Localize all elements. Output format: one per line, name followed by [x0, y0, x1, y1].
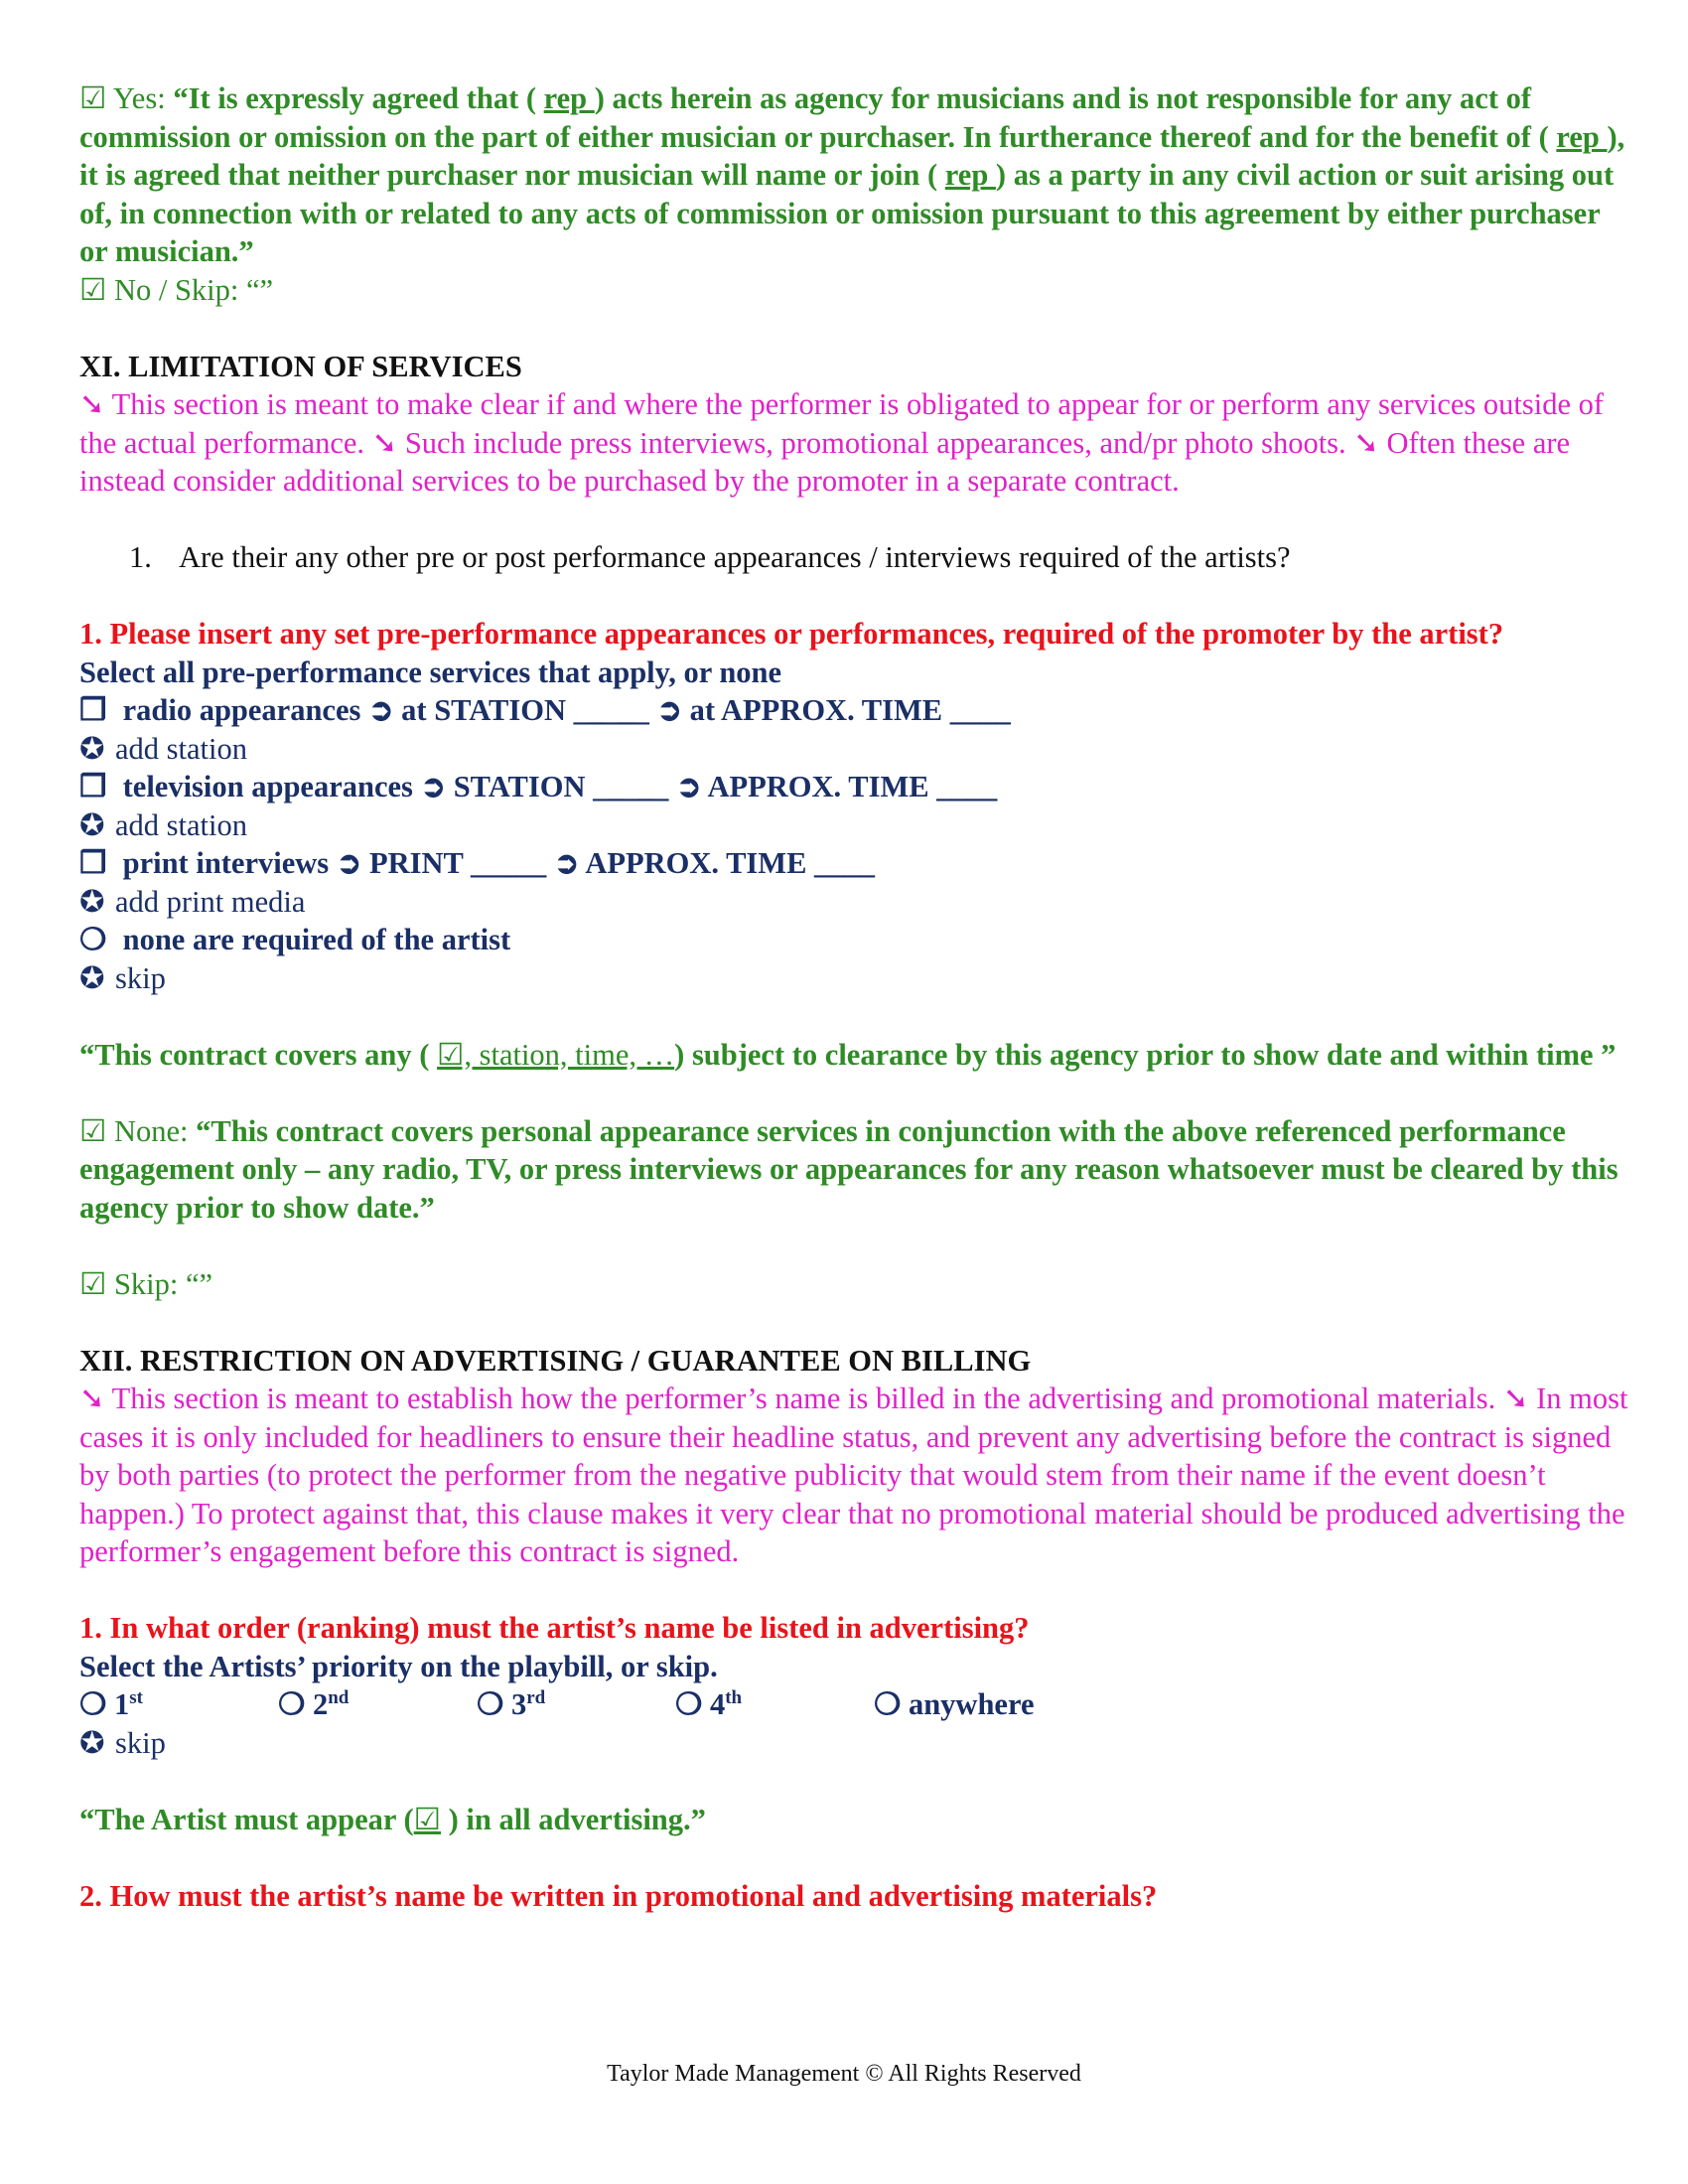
option-skip[interactable]: ✪ skip [79, 959, 1628, 998]
appear-fill-field[interactable]: ☑ [414, 1803, 441, 1836]
none-prefix: ☑ None: [79, 1113, 197, 1148]
none-text: “This contract covers personal appearanc… [79, 1113, 1618, 1225]
radio-icon[interactable]: ❍ [675, 1687, 702, 1721]
radio-icon[interactable]: ❍ [79, 921, 115, 959]
option-label: add station [115, 807, 247, 842]
rank-option-1st[interactable]: ❍ 1st [79, 1685, 278, 1724]
section-12-heading: XII. RESTRICTION ON ADVERTISING / GUARAN… [79, 1343, 1032, 1378]
none-option-clause[interactable]: ☑ None: “This contract covers personal a… [79, 1112, 1628, 1228]
checkbox-icon[interactable]: ❒ [79, 691, 115, 730]
rank-option-2nd[interactable]: ❍ 2nd [278, 1685, 477, 1724]
list-item-text: Are their any other pre or post performa… [179, 540, 1291, 574]
radio-icon[interactable]: ❍ [79, 1687, 106, 1721]
rep-field-1[interactable]: rep [544, 81, 595, 115]
contract-text-1: “This contract covers any ( [79, 1037, 438, 1072]
option-label: add station [115, 731, 247, 766]
contract-fill-field[interactable]: ☑, station, time, … [437, 1038, 674, 1072]
option-print-interviews[interactable]: ❒ print interviews ➲ PRINT _____ ➲ APPRO… [79, 844, 1628, 883]
ranking-options: ❍ 1st ❍ 2nd ❍ 3rd ❍ 4th ❍ anywhere [79, 1685, 1628, 1724]
section-12-question-1: 1. In what order (ranking) must the arti… [79, 1611, 1030, 1645]
option-television-appearances[interactable]: ❒ television appearances ➲ STATION _____… [79, 768, 1628, 806]
rank-option-3rd[interactable]: ❍ 3rd [477, 1685, 675, 1724]
section-12-note: ➘ This section is meant to establish how… [79, 1382, 1628, 1568]
page-footer: Taylor Made Management © All Rights Rese… [607, 2061, 1081, 2087]
yes-prefix: ☑ Yes: [79, 81, 174, 115]
option-label: print interviews ➲ PRINT _____ ➲ APPROX.… [115, 846, 876, 880]
clause-yes-option: ☑ Yes: “It is expressly agreed that ( re… [79, 79, 1628, 271]
option-label: none are required of the artist [115, 923, 511, 956]
appear-text-2: ) in all advertising.” [440, 1802, 706, 1836]
list-number: 1. [129, 540, 152, 574]
contract-page: ☑ Yes: “It is expressly agreed that ( re… [79, 79, 1628, 1915]
option-label: radio appearances ➲ at STATION _____ ➲ a… [115, 693, 1011, 727]
section-12-instruction-1: Select the Artists’ priority on the play… [79, 1649, 718, 1683]
option-label: skip [115, 1725, 166, 1760]
option-label: skip [115, 960, 166, 995]
checkbox-icon[interactable]: ❒ [79, 844, 115, 883]
section-11-heading: XI. LIMITATION OF SERVICES [79, 349, 522, 383]
option-none-required[interactable]: ❍ none are required of the artist [79, 921, 1628, 959]
checkbox-icon[interactable]: ❒ [79, 768, 115, 806]
option-label: add print media [115, 884, 306, 919]
radio-icon[interactable]: ❍ [278, 1687, 305, 1721]
rep-field-3[interactable]: rep [945, 158, 996, 192]
rep-field-2[interactable]: rep [1556, 120, 1607, 154]
section-11-question: 1. Please insert any set pre-performance… [79, 617, 1504, 651]
section-11-list-item: 1. Are their any other pre or post perfor… [79, 538, 1628, 577]
contract-text-2: ) subject to clearance by this agency pr… [674, 1037, 1617, 1072]
section-11-instruction: Select all pre-performance services that… [79, 655, 782, 689]
ranking-skip-option[interactable]: ✪ skip [79, 1724, 1628, 1763]
add-station-television[interactable]: ✪ add station [79, 806, 1628, 845]
option-radio-appearances[interactable]: ❒ radio appearances ➲ at STATION _____ ➲… [79, 691, 1628, 730]
section-11-note: ➘ This section is meant to make clear if… [79, 387, 1605, 498]
radio-icon[interactable]: ❍ [477, 1687, 503, 1721]
skip-star-icon: ✪ [79, 960, 105, 995]
add-print-media[interactable]: ✪ add print media [79, 883, 1628, 922]
radio-icon[interactable]: ❍ [874, 1687, 901, 1721]
rank-option-anywhere[interactable]: ❍ anywhere [874, 1685, 1072, 1724]
option-label: television appearances ➲ STATION _____ ➲… [115, 770, 998, 803]
add-star-icon: ✪ [79, 807, 105, 842]
artist-appear-clause: “The Artist must appear (☑ ) in all adve… [79, 1801, 1628, 1839]
section-12-question-2: 2. How must the artist’s name be written… [79, 1878, 1158, 1913]
rank-option-4th[interactable]: ❍ 4th [675, 1685, 874, 1724]
add-star-icon: ✪ [79, 731, 105, 766]
clause-no-skip-option[interactable]: ☑ No / Skip: “” [79, 271, 1628, 310]
add-station-radio[interactable]: ✪ add station [79, 730, 1628, 769]
yes-text-1: “It is expressly agreed that ( [173, 81, 544, 115]
add-star-icon: ✪ [79, 884, 105, 919]
contract-covers-clause: “This contract covers any ( ☑, station, … [79, 1036, 1628, 1075]
skip-star-icon: ✪ [79, 1725, 105, 1760]
appear-text-1: “The Artist must appear ( [79, 1802, 414, 1836]
skip-option-clause[interactable]: ☑ Skip: “” [79, 1265, 1628, 1304]
